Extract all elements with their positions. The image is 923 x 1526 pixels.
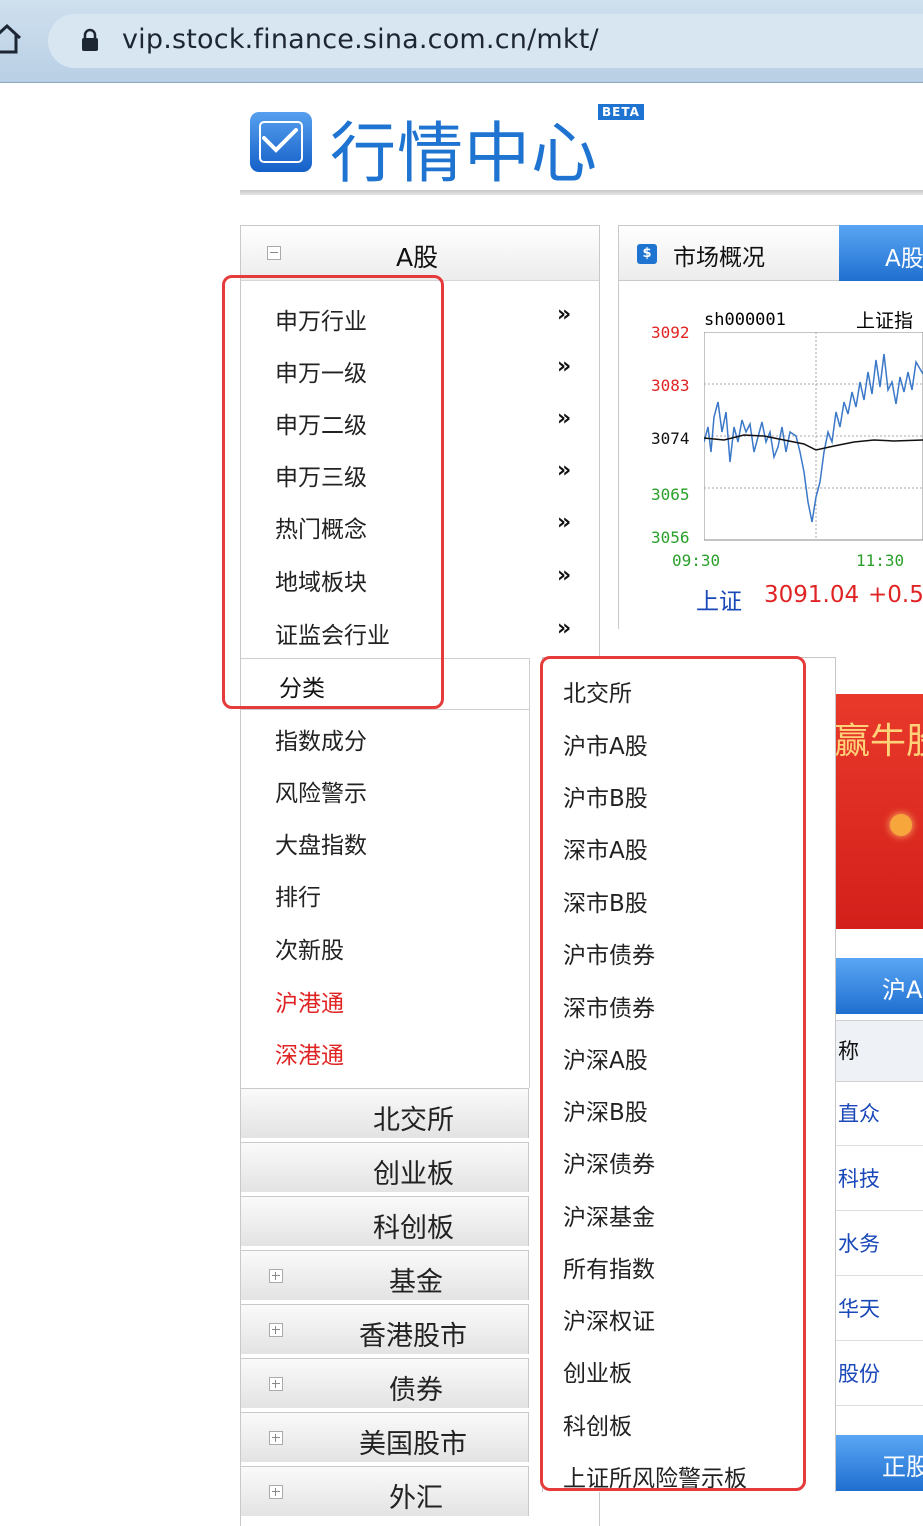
section-label: 美国股市 [359,1429,467,1460]
nav-item-index-components[interactable]: 指数成分 [275,722,367,756]
table-row[interactable]: 股份 [834,1340,923,1406]
section-forex[interactable]: 外汇 [241,1466,529,1516]
expand-icon[interactable] [269,1485,283,1499]
nav-item-new-stocks[interactable]: 次新股 [275,931,344,965]
nav-item-market-index[interactable]: 大盘指数 [275,826,367,860]
section-label: 科创板 [373,1213,454,1244]
double-chevron-icon[interactable]: » [557,354,571,379]
nav-item-risk-warning[interactable]: 风险警示 [275,774,367,808]
table-row[interactable]: 直众 [834,1080,923,1146]
nav-item-sh-hk-connect[interactable]: 沪港通 [275,984,344,1018]
stock-name-link[interactable]: 股份 [838,1358,880,1388]
stock-name-link[interactable]: 水务 [838,1228,880,1258]
series-line-average [704,434,923,451]
browser-address-bar: vip.stock.finance.sina.com.cn/mkt/ [0,0,923,83]
url-text[interactable]: vip.stock.finance.sina.com.cn/mkt/ [122,24,599,55]
tab-market-overview[interactable]: 市场概况 [673,238,765,272]
section-label: 创业板 [373,1159,454,1190]
series-line-index [704,353,923,523]
highlight-box-nav [222,275,444,709]
tab-label: 沪A [882,976,923,1004]
double-chevron-icon[interactable]: » [557,458,571,483]
y-tick-label: 3056 [651,528,690,547]
section-hk-stocks[interactable]: 香港股市 [241,1304,529,1354]
quote-value: 3091.04 [764,582,860,608]
table-row[interactable]: 华天 [834,1275,923,1341]
overview-tabs: $ 市场概况 A股 [618,225,923,281]
section-bonds[interactable]: 债券 [241,1358,529,1408]
section-chinext[interactable]: 创业板 [241,1142,529,1192]
page-title: 行情中心 [330,115,598,192]
nav-ashare-header[interactable]: A股 [241,226,599,281]
tab-ashare[interactable]: A股 [839,225,923,281]
beta-badge: BETA [598,104,644,120]
stock-name-link[interactable]: 直众 [838,1098,880,1128]
expand-icon[interactable] [269,1269,283,1283]
collapse-icon[interactable] [267,246,281,260]
tab-ashare-label: A股 [885,246,923,272]
section-bse[interactable]: 北交所 [241,1088,529,1138]
y-tick-label: 3083 [651,376,690,395]
dollar-icon: $ [637,244,657,264]
section-label: 债券 [389,1375,443,1406]
column-header-name: 称 [838,1039,859,1063]
section-funds[interactable]: 基金 [241,1250,529,1300]
promo-banner[interactable]: 赢牛股 [834,694,923,929]
quote-change: +0.5 [868,582,923,608]
expand-icon[interactable] [269,1431,283,1445]
header-divider [240,190,923,195]
y-tick-label: 3074 [651,429,690,448]
section-star-market[interactable]: 科创板 [241,1196,529,1246]
y-tick-label: 3092 [651,323,690,342]
table-header: 称 [834,1020,923,1082]
expand-icon[interactable] [269,1323,283,1337]
stock-name-link[interactable]: 科技 [838,1163,880,1193]
section-us-stocks[interactable]: 美国股市 [241,1412,529,1462]
lock-icon [82,28,98,51]
stock-name-link[interactable]: 华天 [838,1293,880,1323]
chart-stock-name: 上证指 [856,310,914,332]
nav-item-ranking[interactable]: 排行 [275,878,321,912]
coin-icon [890,814,912,836]
double-chevron-icon[interactable]: » [557,616,571,641]
table-row[interactable]: 科技 [834,1145,923,1211]
double-chevron-icon[interactable]: » [557,406,571,431]
table-row[interactable]: 水务 [834,1210,923,1276]
logo-chart-icon [250,112,312,172]
section-label: 北交所 [373,1105,454,1136]
double-chevron-icon[interactable]: » [557,563,571,588]
quote-name[interactable]: 上证 [696,582,742,616]
nav-header-label: A股 [396,243,439,272]
y-tick-label: 3065 [651,485,690,504]
tab-underlying-stock[interactable]: 正股 [834,1435,923,1491]
section-label: 香港股市 [359,1321,467,1352]
section-label: 基金 [389,1267,443,1298]
double-chevron-icon[interactable]: » [557,510,571,535]
nav-item-sz-hk-connect[interactable]: 深港通 [275,1036,344,1070]
x-tick-label: 09:30 [672,551,721,570]
section-label: 外汇 [389,1483,443,1514]
banner-text: 赢牛股 [834,721,923,762]
chart-stock-code: sh000001 [704,310,786,330]
expand-icon[interactable] [269,1377,283,1391]
index-intraday-chart [704,332,923,541]
double-chevron-icon[interactable]: » [557,302,571,327]
tab-sh-ashare[interactable]: 沪A [834,958,923,1014]
x-tick-label: 11:30 [856,551,905,570]
home-icon[interactable] [0,22,22,56]
tab-label: 正股 [882,1453,923,1481]
highlight-box-submenu [540,656,806,1491]
